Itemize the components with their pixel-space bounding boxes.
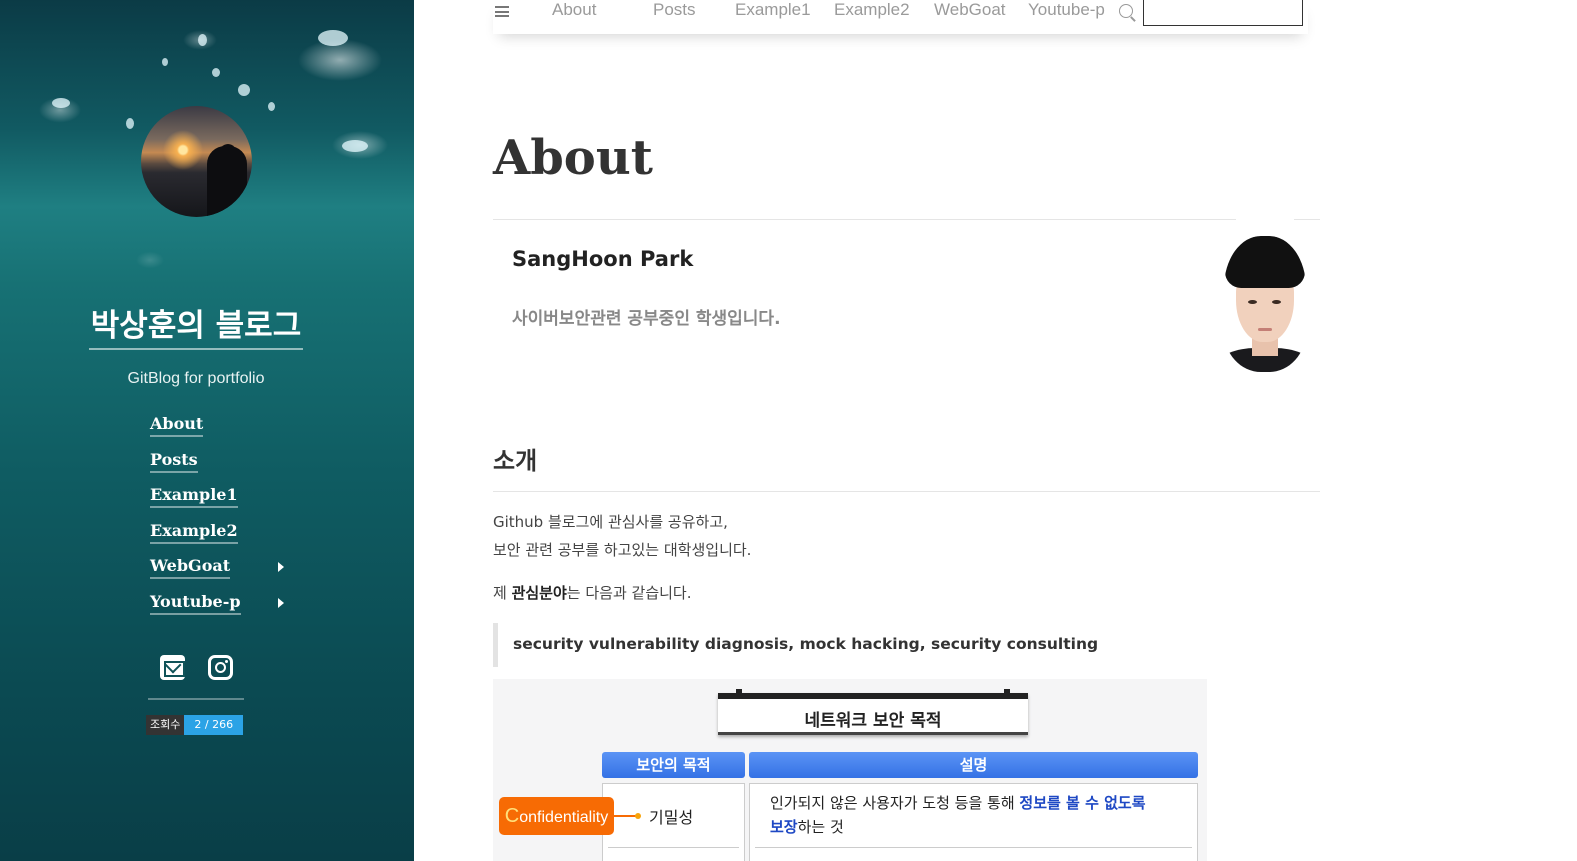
photo-hair — [1225, 236, 1305, 288]
sidebar-item-example2[interactable]: Example2 — [150, 519, 300, 555]
badge-initial: C — [504, 805, 520, 827]
photo-mouth — [1258, 328, 1272, 331]
blog-subtitle: GitBlog for portfolio — [127, 370, 265, 387]
page-title: About — [493, 130, 653, 186]
blog-title-text[interactable]: 박상훈의 블로그 — [88, 308, 304, 350]
photo-eye — [1248, 300, 1257, 304]
sidebar-item-label[interactable]: Example2 — [150, 520, 238, 544]
top-navigation: About Posts Example1 Example2 WebGoat Yo… — [493, 0, 1308, 34]
blog-title[interactable]: 박상훈의 블로그 — [0, 300, 392, 350]
social-links — [160, 655, 233, 680]
banner-pin — [1004, 689, 1010, 697]
interest-bold: 관심분야 — [511, 584, 567, 602]
sidebar-item-youtube-p[interactable]: Youtube-p — [150, 590, 300, 626]
diagram-row-divider — [608, 847, 739, 848]
sidebar: 박상훈의 블로그 GitBlog for portfolio About Pos… — [0, 0, 414, 861]
water-bubble — [52, 98, 70, 108]
badge-rest: onfidentiality — [519, 809, 609, 826]
water-bubble — [268, 102, 275, 111]
interest-prefix: 제 — [493, 584, 512, 602]
water-bubble — [238, 84, 250, 96]
hamburger-icon[interactable] — [495, 6, 509, 17]
author-intro: 사이버보안관련 공부중인 학생입니다. — [512, 309, 781, 329]
visit-counter-badge: 조회수 2 / 266 — [146, 715, 244, 735]
section-divider — [493, 491, 1320, 492]
diagram-title: 네트워크 보안 목적 — [804, 711, 942, 731]
section-title-intro: 소개 — [493, 447, 538, 475]
sidebar-item-about[interactable]: About — [150, 412, 300, 448]
water-bubble — [342, 140, 368, 152]
sidebar-divider — [148, 698, 244, 700]
water-bubble — [318, 30, 348, 46]
sidebar-item-webgoat[interactable]: WebGoat — [150, 554, 300, 590]
sidebar-item-label[interactable]: Posts — [150, 449, 198, 473]
diagram-header-purpose: 보안의 목적 — [602, 752, 745, 778]
diagram-title-banner: 네트워크 보안 목적 — [718, 689, 1028, 735]
intro-line-1: Github 블로그에 관심사를 공유하고, — [493, 513, 728, 531]
desc-highlight: 정보를 볼 수 없도록 — [1019, 794, 1146, 812]
sidebar-item-label[interactable]: WebGoat — [150, 556, 231, 579]
desc-text: 하는 것 — [797, 818, 844, 836]
water-bubble — [198, 34, 207, 46]
desc-text: 인가되지 않은 사용자가 도청 등을 통해 — [770, 794, 1020, 812]
topnav-link-example2[interactable]: Example2 — [834, 0, 910, 24]
network-security-diagram: 네트워크 보안 목적 보안의 목적 설명 Confidentiality 기밀성… — [493, 679, 1207, 861]
diagram-header-description: 설명 — [749, 752, 1198, 778]
sidebar-item-label[interactable]: Example1 — [150, 485, 238, 508]
interest-quote-text: security vulnerability diagnosis, mock h… — [513, 635, 1099, 653]
profile-photo — [1224, 236, 1306, 372]
search-icon[interactable] — [1119, 4, 1133, 18]
visit-counter-label: 조회수 — [146, 715, 185, 735]
interest-paragraph: 제 관심분야는 다음과 같습니다. — [493, 579, 692, 607]
badge-connector — [614, 813, 641, 819]
photo-eye — [1272, 300, 1281, 304]
sidebar-nav: About Posts Example1 Example2 WebGoat Yo… — [150, 412, 300, 625]
desc-highlight: 보장 — [770, 818, 798, 836]
topnav-link-example1[interactable]: Example1 — [735, 0, 811, 24]
confidentiality-description: 인가되지 않은 사용자가 도청 등을 통해 정보를 볼 수 없도록보장하는 것 — [770, 791, 1190, 839]
water-bubble — [212, 68, 220, 77]
search-input[interactable] — [1143, 0, 1303, 26]
mail-icon[interactable] — [160, 655, 185, 680]
topnav-link-posts[interactable]: Posts — [653, 0, 696, 24]
intro-line-2: 보안 관련 공부를 하고있는 대학생입니다. — [493, 541, 752, 559]
interest-blockquote: security vulnerability diagnosis, mock h… — [493, 623, 1207, 667]
sidebar-item-label[interactable]: Youtube-p — [150, 591, 241, 615]
confidentiality-korean: 기밀성 — [649, 808, 694, 827]
visit-counter-value: 2 / 266 — [184, 715, 244, 735]
title-divider — [1294, 219, 1320, 220]
topnav-link-webgoat[interactable]: WebGoat — [934, 0, 1006, 24]
diagram-row-divider — [755, 847, 1192, 848]
intro-paragraph: Github 블로그에 관심사를 공유하고, 보안 관련 공부를 하고있는 대학… — [493, 508, 751, 564]
topnav-link-about[interactable]: About — [552, 0, 596, 24]
interest-suffix: 는 다음과 같습니다. — [566, 584, 692, 602]
blog-avatar — [141, 106, 252, 217]
author-name: SangHoon Park — [512, 247, 694, 271]
caret-right-icon[interactable] — [278, 597, 284, 608]
confidentiality-badge: Confidentiality — [499, 797, 614, 835]
instagram-icon[interactable] — [208, 655, 233, 680]
banner-pin — [736, 689, 742, 697]
caret-right-icon[interactable] — [278, 562, 284, 572]
sidebar-item-label[interactable]: About — [150, 414, 204, 437]
title-divider — [493, 219, 1236, 220]
sidebar-item-posts[interactable]: Posts — [150, 448, 300, 484]
water-bubble — [126, 118, 134, 129]
avatar-silhouette — [207, 146, 247, 217]
topnav-link-youtube-p[interactable]: Youtube-p — [1028, 0, 1105, 24]
sidebar-item-example1[interactable]: Example1 — [150, 483, 300, 519]
water-bubble — [162, 58, 168, 66]
